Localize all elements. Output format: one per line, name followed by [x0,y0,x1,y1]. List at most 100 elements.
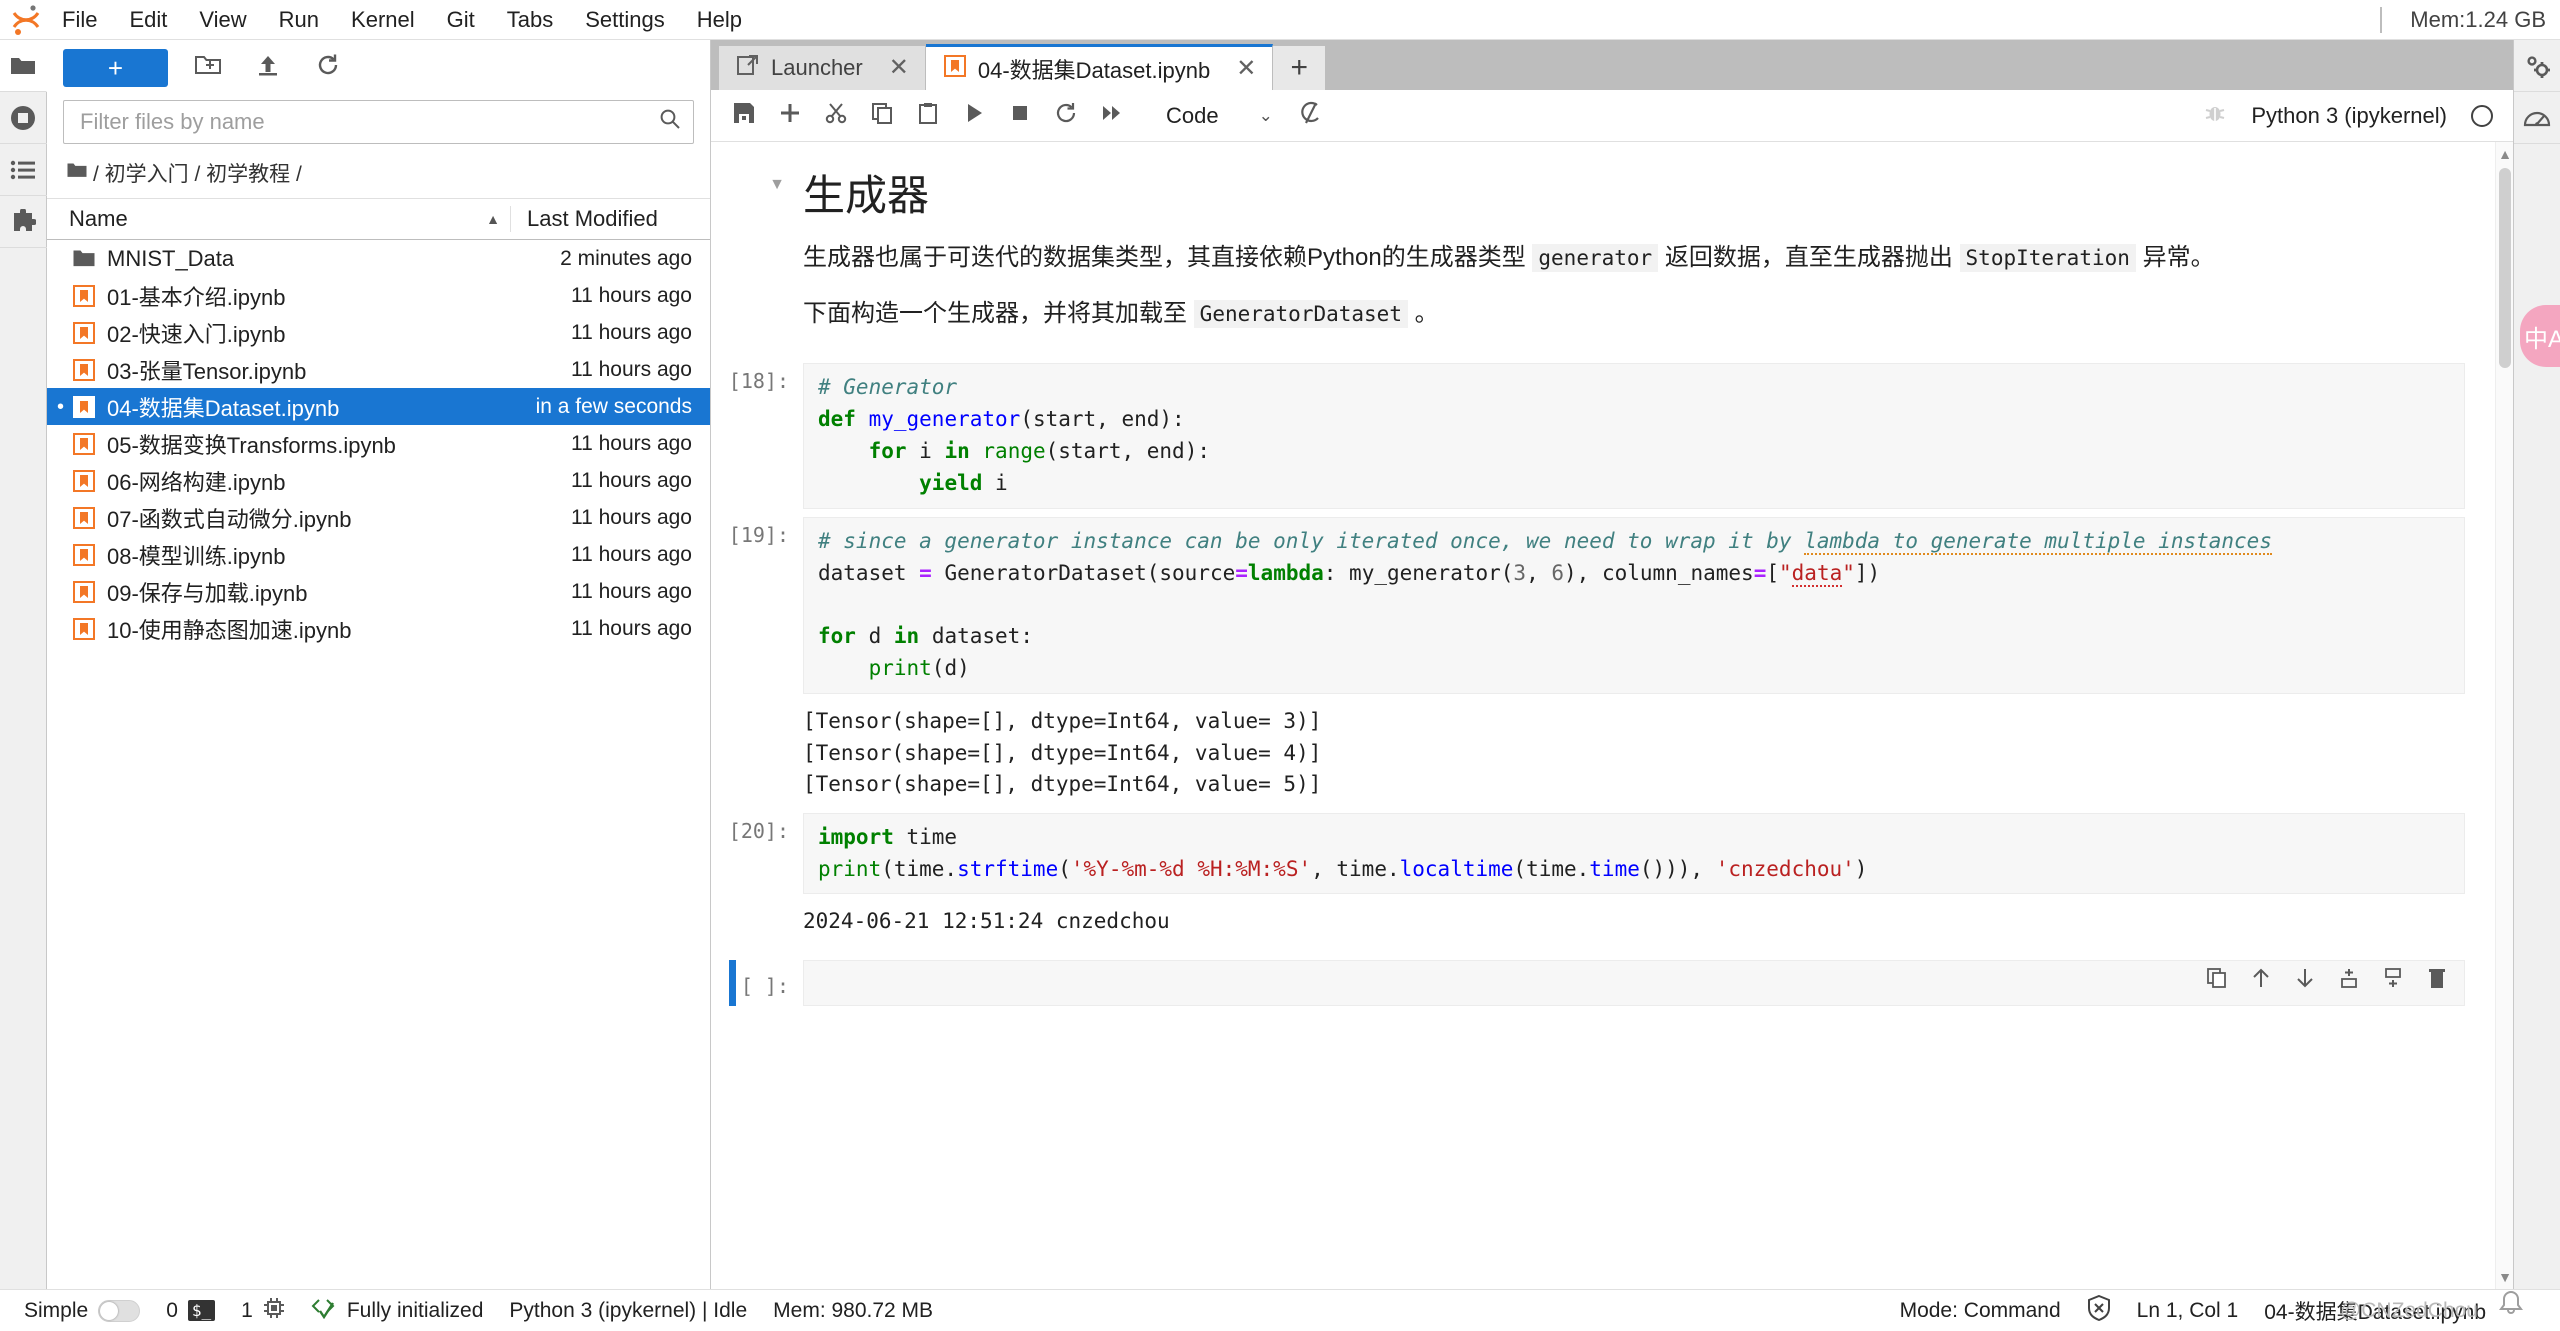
collapse-heading-icon[interactable]: ▼ [769,176,785,349]
menu-view[interactable]: View [183,3,262,37]
menu-git[interactable]: Git [431,3,491,37]
insert-cell-button[interactable] [769,95,811,137]
search-input[interactable] [78,108,659,136]
md-p2-part1: 下面构造一个生成器，并将其加载至 [803,300,1194,327]
code-editor-empty[interactable] [803,960,2465,1006]
cursor-position[interactable]: Ln 1, Col 1 [2137,1299,2239,1323]
tab-close-icon[interactable]: ✕ [889,56,909,80]
list-item[interactable]: 09-保存与加载.ipynb 11 hours ago [47,573,710,610]
sidebar-item-dashboard[interactable] [2514,92,2560,144]
list-item[interactable]: 01-基本介绍.ipynb 11 hours ago [47,277,710,314]
restart-kernel-button[interactable] [1045,95,1087,137]
debugger-bug-icon[interactable] [2203,101,2227,131]
breadcrumb-home-icon[interactable] [67,161,87,185]
output-line-1: [Tensor(shape=[], dtype=Int64, value= 3)… [803,709,1321,733]
list-item[interactable]: 05-数据变换Transforms.ipynb 11 hours ago [47,425,710,462]
memory-indicator-top: Mem:1.24 GB [2410,7,2546,33]
cell-type-dropdown[interactable]: Code ⌄ [1155,98,1284,134]
menu-file[interactable]: File [46,3,113,37]
sidebar-item-property-inspector[interactable] [2514,40,2560,92]
cell-body: # since a generator instance can be only… [803,509,2465,805]
kernel-status-indicator[interactable] [2471,105,2493,127]
markdown-cell[interactable]: ▼ 生成器 生成器也属于可迭代的数据集类型，其直接依赖Python的生成器类型 … [711,156,2495,355]
code-editor[interactable]: import time print(time.strftime('%Y-%m-%… [803,813,2465,895]
tab-notebook-dataset[interactable]: 04-数据集Dataset.ipynb ✕ [926,44,1273,90]
insert-cell-above-icon[interactable] [2338,967,2360,989]
notebook-icon [71,431,97,457]
new-launcher-button[interactable]: + [63,49,168,87]
list-item[interactable]: 03-张量Tensor.ipynb 11 hours ago [47,351,710,388]
column-header-name[interactable]: Name ▲ [47,206,510,232]
list-item[interactable]: 06-网络构建.ipynb 11 hours ago [47,462,710,499]
menu-kernel[interactable]: Kernel [335,3,431,37]
code-cell-empty[interactable]: [ ]: [711,960,2495,1006]
column-header-last-modified[interactable]: Last Modified [510,206,710,232]
sidebar-item-running-sessions[interactable] [0,92,47,144]
move-cell-down-icon[interactable] [2294,967,2316,989]
output-line-3: [Tensor(shape=[], dtype=Int64, value= 5)… [803,772,1321,796]
menu-tabs[interactable]: Tabs [491,3,569,37]
restart-run-all-button[interactable] [1091,95,1133,137]
new-folder-button[interactable] [188,49,228,87]
list-item[interactable]: 07-函数式自动微分.ipynb 11 hours ago [47,499,710,536]
code-cell-19[interactable]: [19]: # since a generator instance can b… [711,509,2495,805]
new-tab-button[interactable]: + [1273,46,1325,90]
list-item[interactable]: 02-快速入门.ipynb 11 hours ago [47,314,710,351]
menu-edit[interactable]: Edit [113,3,183,37]
file-modified-label: 11 hours ago [500,543,710,567]
tab-close-icon[interactable]: ✕ [1236,57,1256,81]
search-icon[interactable] [659,108,681,136]
sort-ascending-icon: ▲ [486,211,500,227]
upload-button[interactable] [248,49,288,87]
copy-button[interactable] [861,95,903,137]
kernel-status[interactable]: Python 3 (ipykernel) | Idle [509,1299,747,1323]
delete-cell-icon[interactable] [2426,967,2448,989]
list-item[interactable]: 10-使用静态图加速.ipynb 11 hours ago [47,610,710,647]
menu-run[interactable]: Run [263,3,335,37]
notebook-icon [71,320,97,346]
kernel-name-label[interactable]: Python 3 (ipykernel) [2251,103,2447,129]
refresh-button[interactable] [308,49,348,87]
menu-help[interactable]: Help [681,3,758,37]
terminals-status[interactable]: 0 $_ [166,1299,215,1323]
sidebar-item-extension-manager[interactable] [0,196,47,248]
notification-bell-icon[interactable] [2496,1289,2526,1325]
code-editor[interactable]: # since a generator instance can be only… [803,517,2465,695]
breadcrumb-path[interactable]: / 初学入门 / 初学教程 / [93,158,302,188]
cut-button[interactable] [815,95,857,137]
menu-settings[interactable]: Settings [569,3,681,37]
code-cell-20[interactable]: [20]: import time print(time.strftime('%… [711,805,2495,942]
sidebar-item-table-of-contents[interactable] [0,144,47,196]
code-editor[interactable]: # Generator def my_generator(start, end)… [803,363,2465,509]
kernels-status[interactable]: 1 [241,1297,285,1325]
save-icon [733,102,755,130]
scroll-up-arrow-icon[interactable]: ▲ [2496,144,2513,164]
run-button[interactable] [953,95,995,137]
initialization-status[interactable]: Fully initialized [311,1297,484,1325]
editor-mode[interactable]: Mode: Command [1900,1299,2061,1323]
toggle-switch[interactable] [98,1300,140,1322]
move-cell-up-icon[interactable] [2250,967,2272,989]
mindspore-logo-button[interactable] [1288,95,1330,137]
list-item[interactable]: MNIST_Data 2 minutes ago [47,240,710,277]
list-item[interactable]: 08-模型训练.ipynb 11 hours ago [47,536,710,573]
tab-launcher[interactable]: Launcher ✕ [719,46,926,90]
insert-cell-below-icon[interactable] [2382,967,2404,989]
scrollbar-thumb[interactable] [2499,168,2511,368]
breadcrumb[interactable]: / 初学入门 / 初学教程 / [47,154,710,198]
code-cell-18[interactable]: [18]: # Generator def my_generator(start… [711,355,2495,509]
translate-widget-button[interactable]: 中A [2520,305,2560,367]
file-filter-box[interactable] [63,100,694,144]
stop-button[interactable] [999,95,1041,137]
paste-button[interactable] [907,95,949,137]
simple-mode-toggle[interactable]: Simple [24,1299,140,1323]
sidebar-item-file-browser[interactable] [0,40,47,92]
notebook-scrollbar[interactable]: ▲ ▼ [2495,142,2513,1289]
list-item-selected[interactable]: • 04-数据集Dataset.ipynb in a few seconds [47,388,710,425]
notebook-area: Launcher ✕ 04-数据集Dataset.ipynb ✕ + [711,40,2513,1289]
notebook-trust-status[interactable] [2087,1295,2111,1327]
folder-icon [71,246,97,272]
scroll-down-arrow-icon[interactable]: ▼ [2496,1267,2513,1287]
save-button[interactable] [723,95,765,137]
duplicate-cell-icon[interactable] [2206,967,2228,989]
